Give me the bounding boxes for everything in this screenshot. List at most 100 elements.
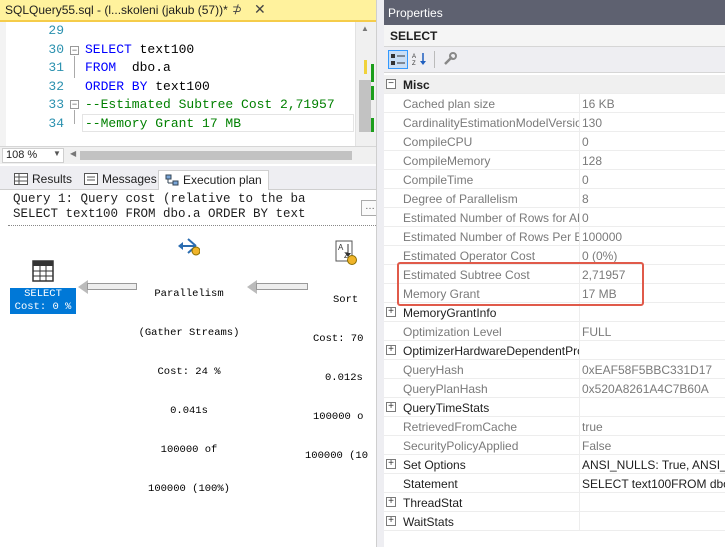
scroll-left-icon[interactable]: ◀ xyxy=(70,149,76,158)
property-row[interactable]: Statement SELECT text100FROM dbo.a xyxy=(384,474,725,493)
property-value[interactable]: 0 xyxy=(582,211,725,225)
categorized-button[interactable] xyxy=(388,50,408,69)
select-operator-label[interactable]: SELECT Cost: 0 % xyxy=(10,288,76,314)
column-divider xyxy=(579,493,580,512)
collapse-icon[interactable]: − xyxy=(386,79,396,89)
scrollbar-thumb[interactable] xyxy=(359,80,371,132)
tab-messages-label: Messages xyxy=(102,172,157,186)
sql-identifier: text100 xyxy=(139,41,195,57)
property-name: Statement xyxy=(403,477,458,491)
select-operator-icon[interactable] xyxy=(32,260,54,282)
svg-text:Z: Z xyxy=(412,61,416,66)
expand-icon[interactable]: + xyxy=(386,459,396,469)
document-tab[interactable]: SQLQuery55.sql - (l...skoleni (jakub (57… xyxy=(0,0,376,22)
column-divider xyxy=(579,151,580,170)
sort-time: 0.012s xyxy=(325,372,363,384)
fold-guide xyxy=(74,56,75,78)
property-value[interactable]: 0xEAF58F5BBC331D17 xyxy=(582,363,725,377)
property-value[interactable]: ANSI_NULLS: True, ANSI_PADDING xyxy=(582,458,725,472)
object-selector[interactable]: SELECT xyxy=(384,25,725,47)
code-line[interactable]: FROM dbo.a xyxy=(85,60,171,75)
column-divider xyxy=(579,474,580,493)
property-row[interactable]: Cached plan size 16 KB xyxy=(384,94,725,113)
property-row[interactable]: QueryPlanHash 0x520A8261A4C7B60A xyxy=(384,379,725,398)
property-value[interactable]: 130 xyxy=(582,116,725,130)
parallelism-operator-details[interactable]: Parallelism (Gather Streams) Cost: 24 % … xyxy=(130,262,248,522)
property-row[interactable]: + OptimizerHardwareDependentProperties xyxy=(384,341,725,360)
property-value[interactable]: FULL xyxy=(582,325,725,339)
code-editor[interactable]: 29 30 31 32 33 34 − − SELECT text100 FROM dbo.… xyxy=(0,22,376,146)
property-value[interactable]: SELECT text100FROM dbo.a xyxy=(582,477,725,491)
expand-icon[interactable]: + xyxy=(386,516,396,526)
sql-keyword: FROM xyxy=(85,60,132,75)
parallelism-operator-icon[interactable] xyxy=(176,236,200,256)
tab-execution-plan[interactable]: Execution plan xyxy=(158,170,269,190)
code-line[interactable]: ORDER BY text100 xyxy=(85,79,210,94)
alphabetical-button[interactable]: A Z xyxy=(410,50,430,69)
property-row[interactable]: RetrievedFromCache true xyxy=(384,417,725,436)
property-value[interactable]: 0 (0%) xyxy=(582,249,725,263)
property-name: CompileCPU xyxy=(403,135,473,149)
property-row[interactable]: + ThreadStat xyxy=(384,493,725,512)
collapse-icon[interactable]: − xyxy=(70,46,79,55)
property-value[interactable]: False xyxy=(582,439,725,453)
categorized-icon xyxy=(391,54,405,65)
expand-icon[interactable]: + xyxy=(386,497,396,507)
results-tab-strip: Results Messages Execution plan xyxy=(0,166,376,190)
zoom-dropdown[interactable]: 108 % ▼ xyxy=(2,148,64,163)
line-number: 31 xyxy=(48,60,64,75)
close-icon[interactable]: ✕ xyxy=(254,1,266,18)
property-value[interactable]: 128 xyxy=(582,154,725,168)
property-name: SecurityPolicyApplied xyxy=(403,439,519,453)
property-row[interactable]: + Set Options ANSI_NULLS: True, ANSI_PADDI… xyxy=(384,455,725,474)
expand-icon[interactable]: + xyxy=(386,307,396,317)
code-line[interactable]: SELECT text100 xyxy=(85,42,194,57)
property-value[interactable]: 8 xyxy=(582,192,725,206)
sort-row-percent: 100000 (10 xyxy=(305,450,369,462)
parallelism-subtype: (Gather Streams) xyxy=(138,327,240,339)
tab-messages[interactable]: Messages xyxy=(78,170,163,190)
sort-operator-details[interactable]: Sort Cost: 70 0.012s 100000 o 100000 (10 xyxy=(305,268,385,489)
property-value[interactable]: true xyxy=(582,420,725,434)
property-value[interactable]: 0 xyxy=(582,173,725,187)
property-value[interactable]: 0x520A8261A4C7B60A xyxy=(582,382,725,396)
property-row[interactable]: CompileMemory 128 xyxy=(384,151,725,170)
scroll-up-icon[interactable]: ▲ xyxy=(361,24,369,33)
column-divider xyxy=(579,189,580,208)
property-row[interactable]: SecurityPolicyApplied False xyxy=(384,436,725,455)
pane-splitter[interactable] xyxy=(376,0,384,547)
property-value[interactable]: 0 xyxy=(582,135,725,149)
property-row[interactable]: Estimated Number of Rows for All Executi… xyxy=(384,208,725,227)
property-row[interactable]: CompileCPU 0 xyxy=(384,132,725,151)
property-category[interactable]: − Misc xyxy=(384,75,725,94)
query-statement-line: SELECT text100 FROM dbo.a ORDER BY text xyxy=(13,207,306,221)
property-value[interactable]: 16 KB xyxy=(582,97,725,111)
selected-object: SELECT xyxy=(390,29,438,43)
line-number-gutter: 29 30 31 32 33 34 xyxy=(6,22,66,146)
tab-results[interactable]: Results xyxy=(8,170,78,190)
property-row[interactable]: Degree of Parallelism 8 xyxy=(384,189,725,208)
code-line[interactable]: --Estimated Subtree Cost 2,71957 xyxy=(85,97,335,112)
property-value[interactable]: 100000 xyxy=(582,230,725,244)
property-row[interactable]: Optimization Level FULL xyxy=(384,322,725,341)
property-row[interactable]: Estimated Number of Rows Per Execution10… xyxy=(384,227,725,246)
horizontal-scrollbar-thumb[interactable] xyxy=(80,151,352,160)
sort-operator-icon[interactable]: A Z xyxy=(335,240,359,266)
document-tab-title[interactable]: SQLQuery55.sql - (l...skoleni (jakub (57… xyxy=(5,3,228,17)
svg-text:A: A xyxy=(412,54,416,60)
pin-icon[interactable]: ⊅ xyxy=(232,2,242,16)
property-row[interactable]: + WaitStats xyxy=(384,512,725,531)
execution-plan-canvas[interactable]: Query 1: Query cost (relative to the ba … xyxy=(0,190,379,547)
property-name: CompileMemory xyxy=(403,154,491,168)
property-row[interactable]: + QueryTimeStats xyxy=(384,398,725,417)
property-row[interactable]: CompileTime 0 xyxy=(384,170,725,189)
expand-icon[interactable]: + xyxy=(386,402,396,412)
editor-vertical-scrollbar[interactable]: ▲ xyxy=(355,22,376,146)
property-row[interactable]: QueryHash 0xEAF58F5BBC331D17 xyxy=(384,360,725,379)
property-pages-button[interactable] xyxy=(440,50,460,69)
property-row[interactable]: CardinalityEstimationModelVersion 130 xyxy=(384,113,725,132)
property-name: Optimization Level xyxy=(403,325,502,339)
expand-icon[interactable]: + xyxy=(386,345,396,355)
property-name: MemoryGrantInfo xyxy=(403,306,497,320)
collapse-icon[interactable]: − xyxy=(70,100,79,109)
